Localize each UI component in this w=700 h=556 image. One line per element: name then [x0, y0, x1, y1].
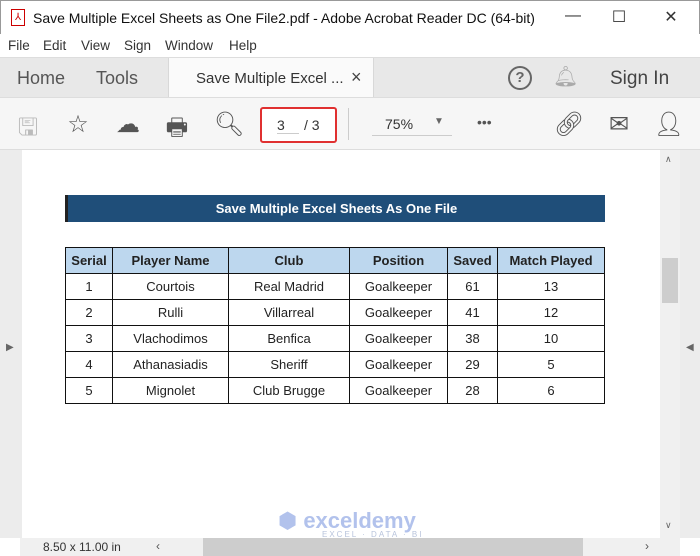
- table-row: 1 Courtois Real Madrid Goalkeeper 61 13: [65, 273, 605, 300]
- tab-home[interactable]: Home: [17, 68, 65, 89]
- header-player-name: Player Name: [112, 247, 229, 274]
- sign-in-button[interactable]: Sign In: [610, 68, 669, 90]
- window-title: Save Multiple Excel Sheets as One File2.…: [33, 10, 535, 26]
- table-cell: 5: [497, 351, 605, 378]
- page-number-input[interactable]: 3: [277, 117, 299, 134]
- table-cell: 41: [447, 299, 498, 326]
- tab-document[interactable]: Save Multiple Excel ... ×: [168, 58, 374, 98]
- notification-bell-icon[interactable]: 🔔︎: [553, 64, 578, 89]
- table-cell: Goalkeeper: [349, 325, 448, 352]
- print-icon[interactable]: 🖶︎: [161, 110, 193, 151]
- menu-window[interactable]: Window: [165, 38, 213, 53]
- menu-file[interactable]: File: [8, 38, 30, 53]
- header-saved: Saved: [447, 247, 498, 274]
- table-cell: Vlachodimos: [112, 325, 229, 352]
- table-cell: 12: [497, 299, 605, 326]
- horizontal-scroll-thumb[interactable]: [203, 538, 583, 556]
- zoom-value: 75%: [385, 116, 414, 132]
- tab-document-label: Save Multiple Excel ...: [196, 70, 344, 87]
- table-cell: 1: [65, 273, 113, 300]
- toolbar: 🖫︎ ☆ ☁︎ 🖶︎ 🔍︎ 3 / 3 75% ▼ ••• 🔗︎ ✉︎ 👤︎: [0, 97, 700, 150]
- table-cell: 28: [447, 377, 498, 404]
- table-cell: Real Madrid: [228, 273, 350, 300]
- table-row: 2 Rulli Villarreal Goalkeeper 41 12: [65, 299, 605, 326]
- scroll-right-icon[interactable]: ›: [645, 539, 649, 553]
- table-cell: 10: [497, 325, 605, 352]
- bookmark-star-icon[interactable]: ☆: [62, 110, 94, 139]
- right-panel-toggle-icon[interactable]: ◀: [686, 342, 694, 353]
- table-cell: 3: [65, 325, 113, 352]
- table-cell: Mignolet: [112, 377, 229, 404]
- left-panel-toggle-icon[interactable]: ▶: [6, 342, 14, 353]
- zoom-select[interactable]: 75% ▼: [372, 110, 452, 136]
- table-cell: Athanasiadis: [112, 351, 229, 378]
- table-cell: Goalkeeper: [349, 299, 448, 326]
- document-title: Save Multiple Excel Sheets As One File: [65, 195, 605, 222]
- chevron-down-icon: ▼: [434, 116, 444, 127]
- header-match-played: Match Played: [497, 247, 605, 274]
- upload-cloud-icon[interactable]: ☁︎: [112, 110, 144, 139]
- email-icon[interactable]: ✉︎: [603, 110, 635, 139]
- table-row: 3 Vlachodimos Benfica Goalkeeper 38 10: [65, 325, 605, 352]
- page-size: 8.50 x 11.00 in: [43, 540, 121, 554]
- table-cell: Goalkeeper: [349, 377, 448, 404]
- table-cell: 13: [497, 273, 605, 300]
- table-cell: Rulli: [112, 299, 229, 326]
- table-cell: 61: [447, 273, 498, 300]
- table-row: 5 Mignolet Club Brugge Goalkeeper 28 6: [65, 377, 605, 404]
- share-link-icon[interactable]: 🔗︎: [553, 110, 585, 139]
- page-navigator: 3 / 3: [260, 107, 337, 143]
- table-cell: 2: [65, 299, 113, 326]
- toolbar-divider: [348, 108, 349, 140]
- zoom-search-icon[interactable]: 🔍︎: [213, 110, 245, 139]
- players-table: Serial Player Name Club Position Saved M…: [65, 247, 605, 404]
- tab-close-button[interactable]: ×: [351, 67, 362, 88]
- table-cell: Courtois: [112, 273, 229, 300]
- status-bar: 8.50 x 11.00 in ‹ ›: [20, 538, 680, 556]
- table-cell: Benfica: [228, 325, 350, 352]
- table-cell: Goalkeeper: [349, 351, 448, 378]
- more-tools-button[interactable]: •••: [477, 114, 492, 130]
- table-cell: Club Brugge: [228, 377, 350, 404]
- vertical-scrollbar[interactable]: ∧ ∨: [660, 150, 680, 538]
- menu-sign[interactable]: Sign: [124, 38, 151, 53]
- table-cell: Goalkeeper: [349, 273, 448, 300]
- title-bar: ⅄ Save Multiple Excel Sheets as One File…: [0, 0, 700, 34]
- save-icon[interactable]: 🖫︎: [12, 110, 44, 151]
- close-window-button[interactable]: ✕: [656, 7, 686, 27]
- header-serial: Serial: [65, 247, 113, 274]
- table-cell: 4: [65, 351, 113, 378]
- table-cell: 29: [447, 351, 498, 378]
- table-cell: 5: [65, 377, 113, 404]
- menu-view[interactable]: View: [81, 38, 110, 53]
- menu-help[interactable]: Help: [229, 38, 257, 53]
- header-position: Position: [349, 247, 448, 274]
- scroll-up-icon[interactable]: ∧: [665, 154, 672, 165]
- maximize-button[interactable]: ☐: [604, 7, 634, 27]
- table-cell: Villarreal: [228, 299, 350, 326]
- tab-bar: Home Tools Save Multiple Excel ... × ? 🔔…: [0, 57, 700, 98]
- table-cell: 6: [497, 377, 605, 404]
- page-total: / 3: [304, 117, 320, 133]
- scroll-down-icon[interactable]: ∨: [665, 520, 672, 531]
- menu-edit[interactable]: Edit: [43, 38, 66, 53]
- header-club: Club: [228, 247, 350, 274]
- table-cell: Sheriff: [228, 351, 350, 378]
- pdf-app-icon: ⅄: [11, 9, 25, 26]
- table-row: 4 Athanasiadis Sheriff Goalkeeper 29 5: [65, 351, 605, 378]
- scroll-left-icon[interactable]: ‹: [156, 539, 160, 553]
- tab-tools[interactable]: Tools: [96, 68, 138, 89]
- table-cell: 38: [447, 325, 498, 352]
- add-user-icon[interactable]: 👤︎: [653, 110, 685, 139]
- vertical-scroll-thumb[interactable]: [662, 258, 678, 303]
- help-icon[interactable]: ?: [508, 66, 532, 90]
- minimize-button[interactable]: —: [558, 7, 588, 25]
- menu-bar: File Edit View Sign Window Help: [0, 34, 700, 57]
